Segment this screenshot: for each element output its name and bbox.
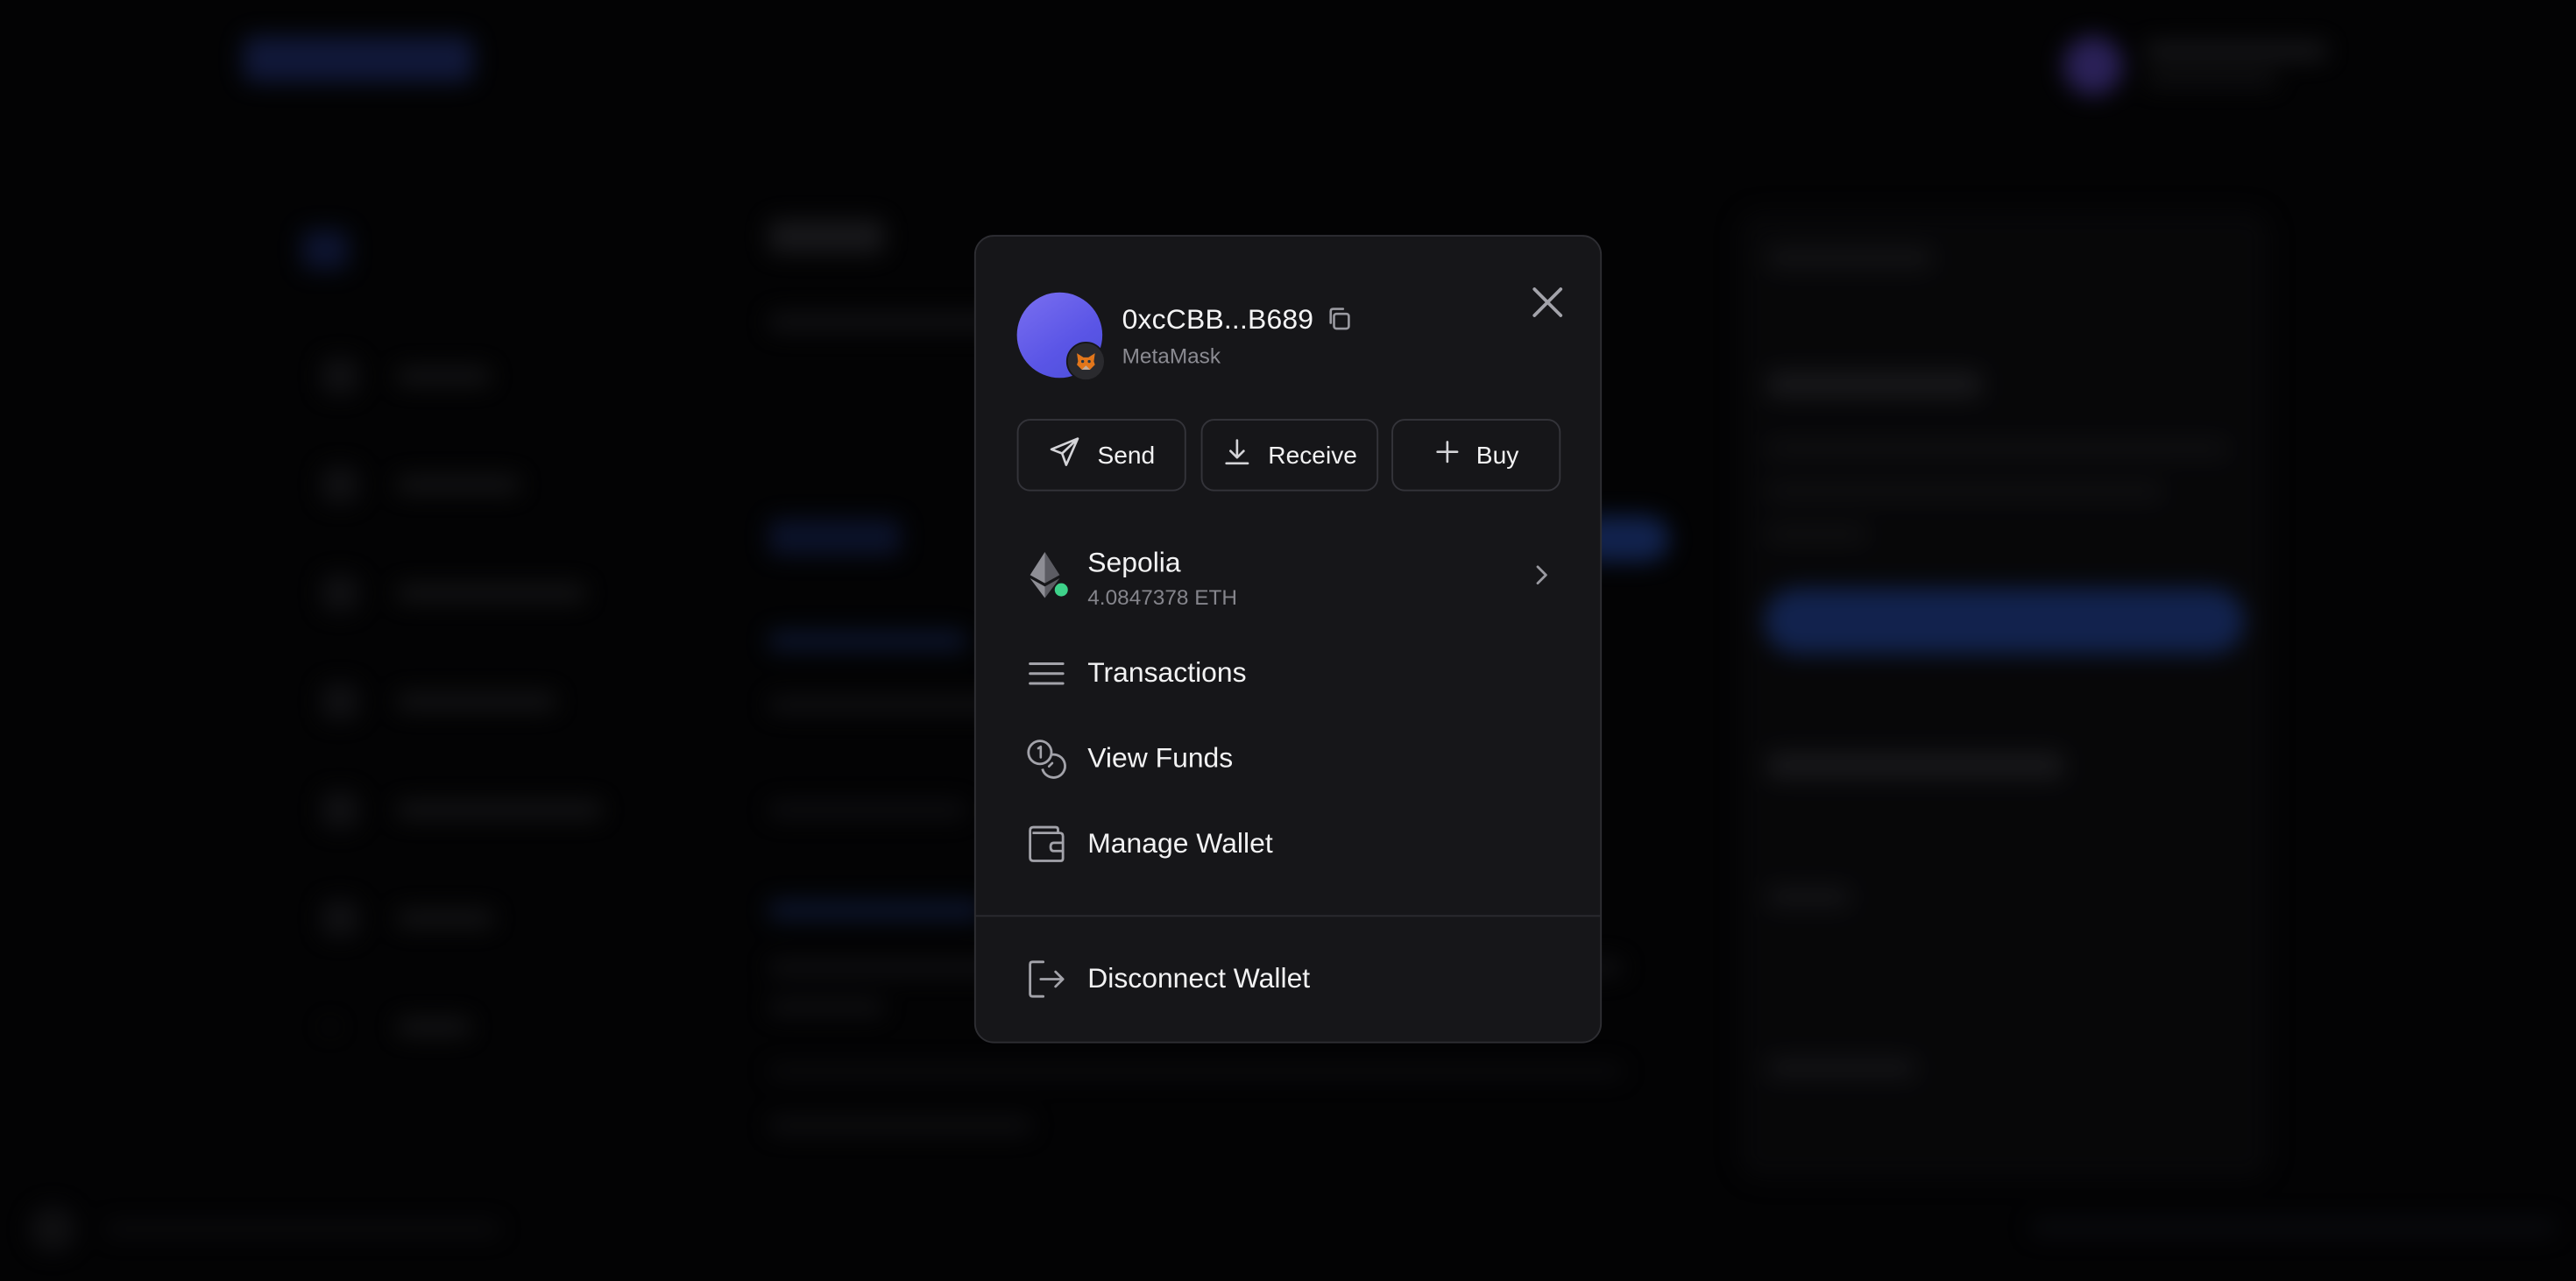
send-button[interactable]: Send	[1016, 419, 1186, 492]
view-funds-label: View Funds	[1087, 742, 1234, 775]
manage-wallet-menu-item[interactable]: Manage Wallet	[976, 818, 1601, 871]
divider	[975, 915, 1601, 917]
view-funds-menu-item[interactable]: View Funds	[976, 733, 1601, 785]
list-icon	[1025, 652, 1068, 695]
transactions-menu-item[interactable]: Transactions	[976, 648, 1601, 700]
chevron-right-icon	[1528, 562, 1554, 588]
sidebar-home-icon	[302, 230, 349, 270]
plus-icon	[1433, 439, 1460, 472]
network-balance: 4.0847378 ETH	[1087, 584, 1238, 610]
transactions-label: Transactions	[1087, 657, 1247, 689]
receive-label: Receive	[1268, 441, 1357, 470]
network-name: Sepolia	[1087, 547, 1181, 578]
network-selector[interactable]: Sepolia 4.0847378 ETH	[976, 533, 1601, 619]
wallet-address: 0xcCBB...B689	[1122, 303, 1314, 336]
wallet-provider-name: MetaMask	[1122, 343, 1221, 368]
manage-wallet-label: Manage Wallet	[1087, 828, 1273, 860]
send-label: Send	[1097, 441, 1156, 470]
logout-icon	[1025, 958, 1068, 1001]
metamask-fox-icon	[1065, 342, 1106, 381]
download-icon	[1222, 437, 1252, 473]
buy-label: Buy	[1476, 441, 1519, 470]
receive-button[interactable]: Receive	[1200, 419, 1379, 492]
side-panel-card	[1737, 210, 2271, 1180]
disconnect-wallet-label: Disconnect Wallet	[1087, 962, 1311, 994]
close-icon[interactable]	[1528, 283, 1568, 322]
copy-icon[interactable]	[1326, 306, 1352, 332]
footer	[29, 1206, 523, 1252]
coins-icon	[1025, 738, 1068, 781]
wallet-icon	[1025, 823, 1068, 866]
wallet-account-modal: 0xcCBB...B689 MetaMask Send Receive Buy …	[973, 235, 1603, 1044]
disconnect-wallet-menu-item[interactable]: Disconnect Wallet	[976, 953, 1601, 1006]
app-screen: 0xcCBB...B689 MetaMask Send Receive Buy …	[0, 0, 2576, 1281]
app-logo	[243, 36, 473, 82]
account-chip	[2063, 33, 2343, 99]
buy-button[interactable]: Buy	[1391, 419, 1561, 492]
send-icon	[1048, 435, 1081, 475]
network-status-dot	[1054, 583, 1068, 597]
